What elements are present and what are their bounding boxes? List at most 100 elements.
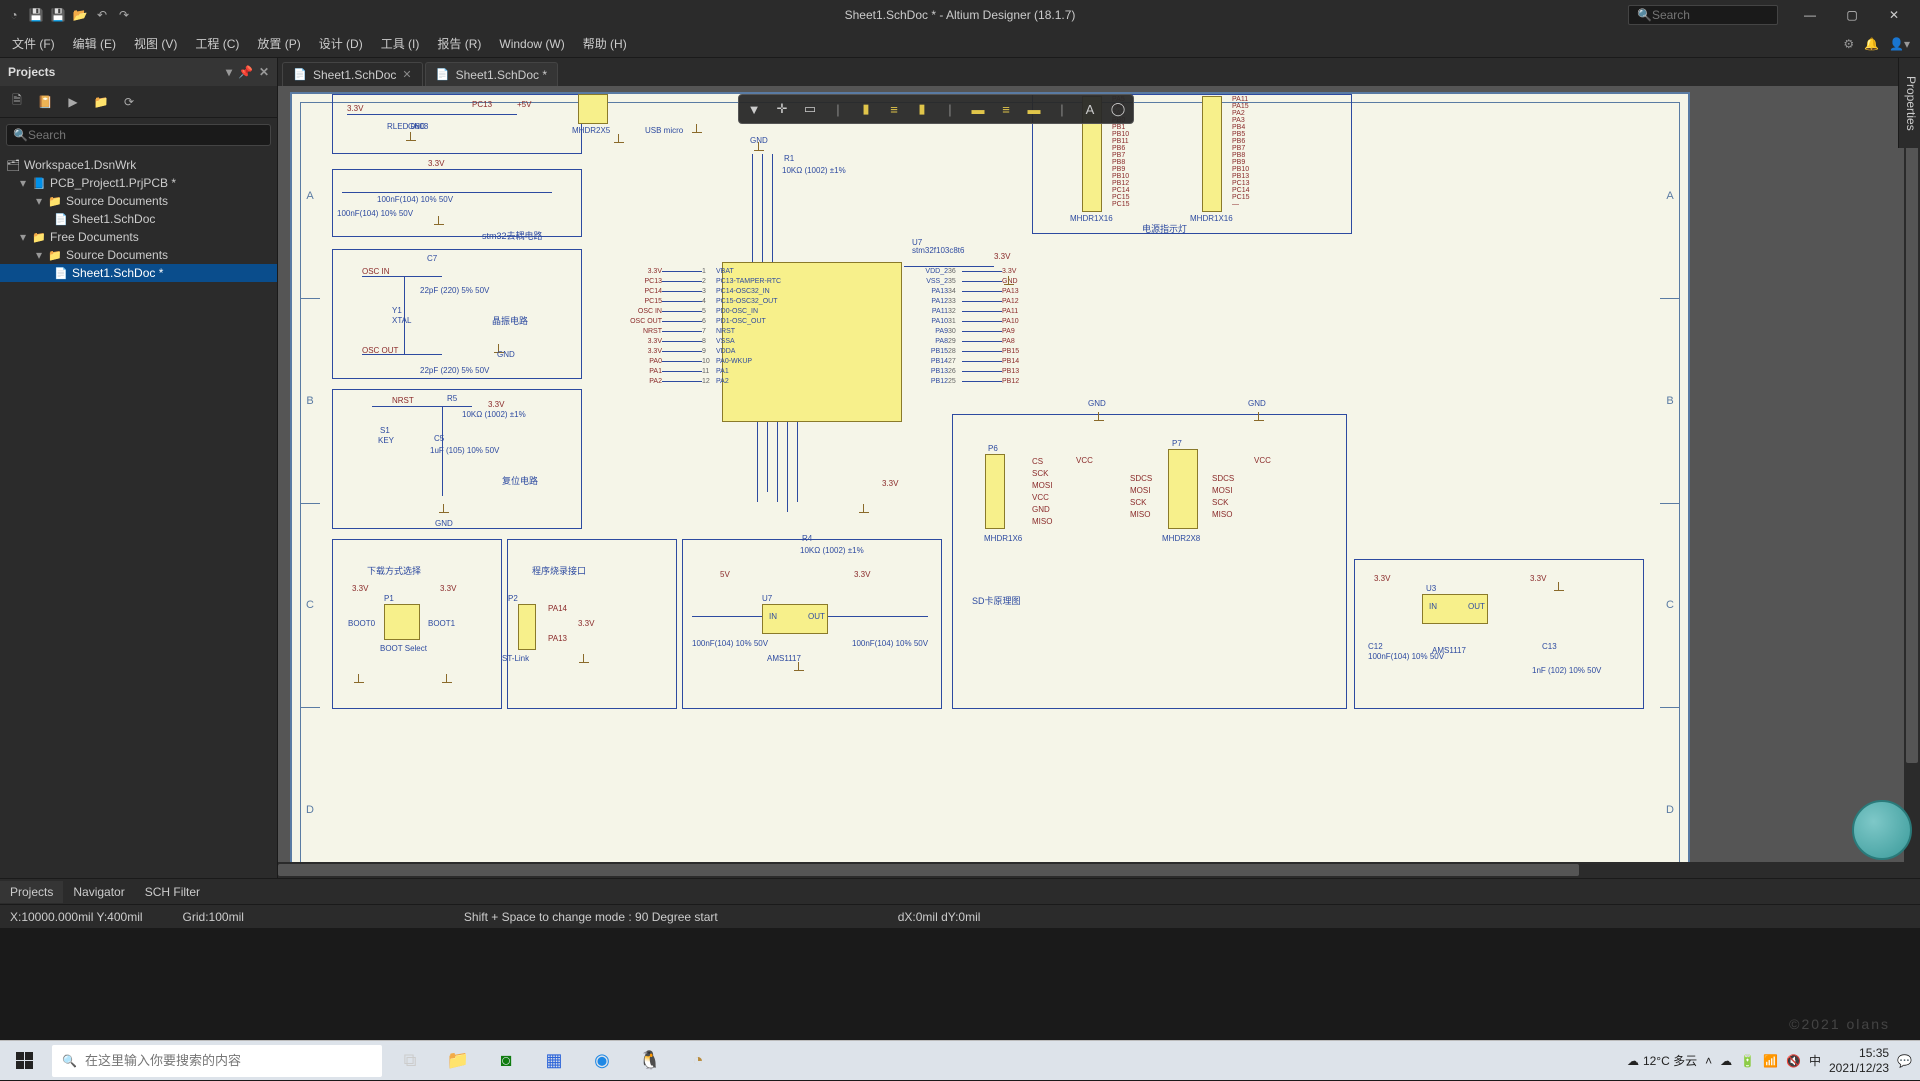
weather-widget[interactable]: ☁ 12°C 多云 — [1627, 1052, 1697, 1069]
block-sd[interactable] — [952, 414, 1347, 709]
color-icon[interactable]: ◯ — [1109, 100, 1127, 118]
tab-navigator[interactable]: Navigator — [63, 881, 134, 903]
tab-sheet1-mod[interactable]: 📄Sheet1.SchDoc * — [425, 62, 558, 86]
onedrive-icon[interactable]: ☁ — [1720, 1054, 1732, 1068]
refresh-icon[interactable]: ⟳ — [120, 93, 138, 111]
block-decoupling[interactable] — [332, 169, 582, 237]
volume-icon[interactable]: 🔇 — [1786, 1054, 1801, 1068]
align-right-icon[interactable]: ▮ — [913, 100, 931, 118]
xtal-label: XTAL — [392, 316, 411, 325]
filter-icon[interactable]: ▼ — [745, 100, 763, 118]
app-icon[interactable]: ▦ — [530, 1041, 578, 1081]
taskbar-clock[interactable]: 15:35 2021/12/23 — [1829, 1046, 1889, 1075]
p7-header[interactable] — [1168, 449, 1198, 529]
menu-help[interactable]: 帮助 (H) — [575, 31, 635, 56]
global-search-input[interactable] — [1652, 8, 1807, 22]
tree-sheet1-mod[interactable]: 📄Sheet1.SchDoc * — [0, 264, 277, 282]
p6-header[interactable] — [985, 454, 1005, 529]
qq-icon[interactable]: 🐧 — [626, 1041, 674, 1081]
p2-header[interactable] — [518, 604, 536, 650]
compile-icon[interactable]: ▶ — [64, 93, 82, 111]
tray-expand-icon[interactable]: ˄ — [1705, 1054, 1712, 1068]
align-left-icon[interactable]: ▮ — [857, 100, 875, 118]
block-power-led[interactable] — [332, 94, 582, 154]
close-button[interactable]: ✕ — [1874, 0, 1914, 30]
tree-workspace[interactable]: 🗂Workspace1.DsnWrk — [0, 156, 277, 174]
menu-tools[interactable]: 工具 (I) — [373, 31, 428, 56]
schematic-canvas[interactable]: ▼ ✛ ▭ | ▮ ≡ ▮ | ▬ ≡ ▬ | A ◯ A — [278, 86, 1920, 878]
scrollbar-thumb[interactable] — [1906, 114, 1918, 763]
vertical-scrollbar[interactable] — [1904, 114, 1920, 878]
tree-source-docs-2[interactable]: ▾📁Source Documents — [0, 246, 277, 264]
tab-projects[interactable]: Projects — [0, 881, 63, 903]
usb-header[interactable] — [578, 94, 608, 124]
properties-tab[interactable]: Properties — [1898, 58, 1920, 148]
scrollbar-thumb[interactable] — [278, 864, 1579, 876]
expand-icon[interactable]: ▾ — [34, 248, 44, 262]
hdr-right-16[interactable] — [1202, 96, 1222, 212]
global-search[interactable]: 🔍 — [1628, 5, 1778, 25]
task-view-icon[interactable]: ⧉ — [386, 1041, 434, 1081]
align-top-icon[interactable]: ▬ — [969, 100, 987, 118]
tree-free-docs[interactable]: ▾📁Free Documents — [0, 228, 277, 246]
block-reg2[interactable] — [1354, 559, 1644, 709]
menu-window[interactable]: Window (W) — [491, 33, 572, 55]
tree-source-docs[interactable]: ▾📁Source Documents — [0, 192, 277, 210]
align-v-icon[interactable]: ≡ — [997, 100, 1015, 118]
user-icon[interactable]: 👤▾ — [1889, 37, 1910, 51]
maximize-button[interactable]: ▢ — [1832, 0, 1872, 30]
ime-indicator[interactable]: 中 — [1809, 1052, 1821, 1069]
wifi-icon[interactable]: 📶 — [1763, 1054, 1778, 1068]
explorer-icon[interactable]: 📁 — [434, 1041, 482, 1081]
menu-edit[interactable]: 编辑 (E) — [65, 31, 124, 56]
menu-place[interactable]: 放置 (P) — [249, 31, 308, 56]
edge-icon[interactable]: ◉ — [578, 1041, 626, 1081]
tree-sheet1[interactable]: 📄Sheet1.SchDoc — [0, 210, 277, 228]
horizontal-scrollbar[interactable] — [278, 862, 1904, 878]
block-reset[interactable] — [332, 389, 582, 529]
p1-header[interactable] — [384, 604, 420, 640]
align-bottom-icon[interactable]: ▬ — [1025, 100, 1043, 118]
save-icon[interactable]: 💾 — [28, 7, 44, 23]
menu-report[interactable]: 报告 (R) — [429, 31, 489, 56]
start-button[interactable] — [0, 1041, 48, 1081]
redo-icon[interactable]: ↷ — [116, 7, 132, 23]
tree-project[interactable]: ▾📘PCB_Project1.PrjPCB * — [0, 174, 277, 192]
open-icon[interactable]: 📂 — [72, 7, 88, 23]
projects-search-input[interactable] — [28, 128, 264, 142]
schematic-sheet[interactable]: A B C D A B C D 1 2 3 4 — [290, 92, 1690, 878]
taskbar-search-input[interactable] — [85, 1053, 372, 1068]
panel-menu-icon[interactable]: ▾ — [226, 65, 232, 79]
taskbar-search[interactable]: 🔍 — [52, 1045, 382, 1077]
menu-file[interactable]: 文件 (F) — [4, 31, 63, 56]
settings-icon[interactable]: ⚙ — [1843, 37, 1854, 51]
close-tab-icon[interactable]: ✕ — [402, 68, 411, 81]
new-project-icon[interactable]: 📔 — [36, 93, 54, 111]
new-doc-icon[interactable]: 🗎 — [8, 93, 26, 111]
panel-pin-icon[interactable]: 📌 — [238, 65, 253, 79]
expand-icon[interactable]: ▾ — [18, 230, 28, 244]
expand-icon[interactable]: ▾ — [34, 194, 44, 208]
notifications-icon[interactable]: 💬 — [1897, 1054, 1912, 1068]
move-icon[interactable]: ✛ — [773, 100, 791, 118]
panel-close-icon[interactable]: ✕ — [259, 65, 269, 79]
menu-design[interactable]: 设计 (D) — [311, 31, 371, 56]
menu-view[interactable]: 视图 (V) — [126, 31, 185, 56]
altium-icon[interactable]: ◔ — [674, 1041, 722, 1081]
menu-project[interactable]: 工程 (C) — [187, 31, 247, 56]
minimize-button[interactable]: ― — [1790, 0, 1830, 30]
folder-icon[interactable]: 📁 — [92, 93, 110, 111]
xbox-icon[interactable]: ◙ — [482, 1041, 530, 1081]
text-icon[interactable]: A — [1081, 100, 1099, 118]
tab-sch-filter[interactable]: SCH Filter — [135, 881, 210, 903]
notification-icon[interactable]: 🔔 — [1864, 37, 1879, 51]
assistant-mascot-icon[interactable] — [1852, 800, 1912, 860]
key-label: KEY — [378, 436, 394, 445]
select-icon[interactable]: ▭ — [801, 100, 819, 118]
battery-icon[interactable]: 🔋 — [1740, 1054, 1755, 1068]
tab-sheet1[interactable]: 📄Sheet1.SchDoc✕ — [282, 62, 423, 86]
align-h-icon[interactable]: ≡ — [885, 100, 903, 118]
save-all-icon[interactable]: 💾 — [50, 7, 66, 23]
undo-icon[interactable]: ↶ — [94, 7, 110, 23]
expand-icon[interactable]: ▾ — [18, 176, 28, 190]
